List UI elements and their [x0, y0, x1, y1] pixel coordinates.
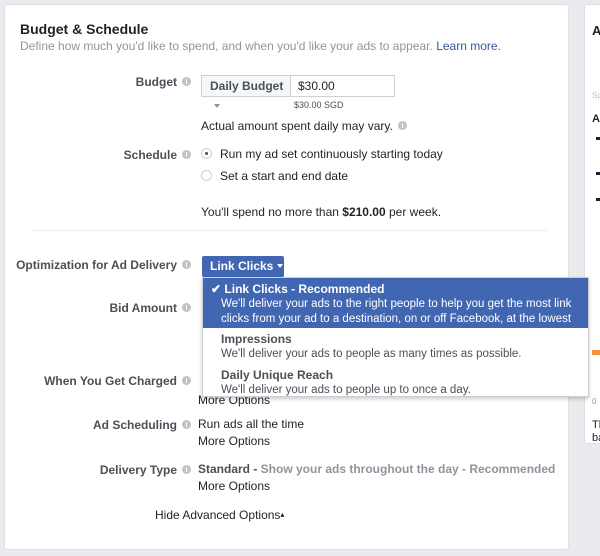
chevron-down-icon [277, 264, 284, 268]
delivery-type-label: Delivery Type [100, 463, 191, 477]
weekly-spend-note: You'll spend no more than $210.00 per we… [201, 205, 441, 219]
radio-unselected[interactable] [201, 170, 212, 181]
schedule-label-row: Schedule [5, 148, 191, 164]
optimization-select-button[interactable]: Link Clicks [202, 256, 284, 277]
option-description: We'll deliver your ads to people as many… [221, 348, 522, 360]
info-icon[interactable] [182, 376, 191, 385]
hide-advanced-options-link[interactable]: Hide Advanced Options▴ [155, 508, 284, 522]
optimization-label-row: Optimization for Ad Delivery [5, 258, 191, 274]
when-charged-label-row: When You Get Charged [5, 374, 191, 390]
info-icon[interactable] [182, 420, 191, 429]
subtitle-text: Define how much you'd like to spend, and… [20, 39, 433, 53]
schedule-label-text: Schedule [123, 148, 177, 162]
schedule-option-label: Run my ad set continuously starting toda… [220, 147, 443, 161]
budget-note-text: Actual amount spent daily may vary. [201, 119, 393, 133]
schedule-label: Schedule [124, 148, 191, 162]
optimization-label-text: Optimization for Ad Delivery [16, 258, 177, 272]
info-icon[interactable] [397, 121, 407, 130]
option-title-text: Link Clicks - Recommended [224, 282, 385, 296]
info-icon[interactable] [182, 260, 191, 269]
optimization-selected-value: Link Clicks [210, 259, 274, 273]
schedule-option-dates[interactable]: Set a start and end date [201, 169, 348, 183]
delivery-type-more-options[interactable]: More Options [198, 479, 270, 493]
dropdown-option-link-clicks[interactable]: ✔ Link Clicks - Recommended We'll delive… [203, 278, 588, 340]
budget-amount-input[interactable]: $30.00 [290, 75, 395, 97]
ad-scheduling-label: Ad Scheduling [93, 418, 191, 432]
info-icon[interactable] [182, 465, 191, 474]
info-icon[interactable] [182, 303, 191, 312]
ad-scheduling-more-options[interactable]: More Options [198, 434, 270, 448]
section-subtitle: Define how much you'd like to spend, and… [20, 39, 501, 53]
delivery-type-value: Standard - Show your ads throughout the … [198, 462, 555, 476]
info-icon[interactable] [182, 150, 191, 159]
learn-more-link[interactable]: Learn more. [436, 39, 501, 53]
delivery-type-label-text: Delivery Type [99, 463, 177, 477]
bullet-icon [596, 172, 600, 175]
bid-amount-label-text: Bid Amount [109, 301, 177, 315]
option-description: We'll deliver your ads to people up to o… [221, 384, 471, 396]
info-icon[interactable] [182, 77, 191, 86]
budget-label: Budget [136, 75, 191, 89]
caret-up-icon: ▴ [280, 510, 285, 519]
delivery-type-description: Show your ads throughout the day - Recom… [257, 462, 556, 476]
panel-subheading: Au [592, 113, 600, 125]
weekly-amount: $210.00 [342, 205, 386, 219]
panel-para-line: ba [592, 432, 600, 444]
dropdown-option-impressions[interactable]: Impressions We'll deliver your ads to pe… [203, 328, 588, 364]
when-charged-label-text: When You Get Charged [44, 374, 177, 388]
option-title: Daily Unique Reach [221, 368, 334, 382]
budget-note: Actual amount spent daily may vary. [201, 119, 407, 133]
budget-type-select[interactable]: Daily Budget [201, 75, 291, 108]
optimization-label: Optimization for Ad Delivery [16, 258, 191, 272]
currency-note: $30.00 SGD [294, 100, 344, 110]
ad-scheduling-value: Run ads all the time [198, 417, 305, 431]
schedule-option-continuous[interactable]: Run my ad set continuously starting toda… [201, 147, 443, 161]
bullet-icon [596, 198, 600, 201]
when-charged-label: When You Get Charged [44, 374, 191, 388]
weekly-prefix: You'll spend no more than [201, 205, 343, 219]
panel-para-line: Th [592, 419, 600, 431]
panel-heading: A [592, 23, 600, 38]
weekly-suffix: per week. [385, 205, 442, 219]
option-title: Impressions [221, 332, 292, 346]
panel-small-text: Sp [592, 91, 600, 100]
budget-type-value: Daily Budget [210, 79, 284, 93]
budget-schedule-card: Budget & Schedule Define how much you'd … [4, 4, 589, 550]
budget-label-row: Budget [5, 75, 191, 91]
section-title: Budget & Schedule [20, 21, 149, 37]
dropdown-option-daily-unique-reach[interactable]: Daily Unique Reach We'll deliver your ad… [203, 364, 588, 400]
meter-zero: 0 [592, 397, 597, 406]
divider [33, 230, 547, 231]
ad-scheduling-label-text: Ad Scheduling [93, 418, 177, 432]
checkmark-icon: ✔ [211, 282, 222, 296]
budget-label-text: Budget [135, 75, 177, 89]
delivery-type-bold: Standard - [198, 462, 258, 476]
radio-selected[interactable] [201, 148, 212, 159]
bid-amount-label: Bid Amount [109, 301, 191, 315]
hide-advanced-text: Hide Advanced Options [155, 508, 281, 522]
chevron-down-icon [214, 104, 220, 108]
bullet-icon [596, 137, 600, 140]
optimization-dropdown: ✔ Link Clicks - Recommended We'll delive… [202, 277, 589, 397]
schedule-option-label: Set a start and end date [220, 169, 349, 183]
option-title: ✔ Link Clicks - Recommended [211, 281, 580, 297]
bid-amount-label-row: Bid Amount [5, 301, 191, 317]
delivery-type-label-row: Delivery Type [5, 463, 191, 479]
ad-scheduling-label-row: Ad Scheduling [5, 418, 191, 434]
meter-bar [592, 350, 600, 355]
